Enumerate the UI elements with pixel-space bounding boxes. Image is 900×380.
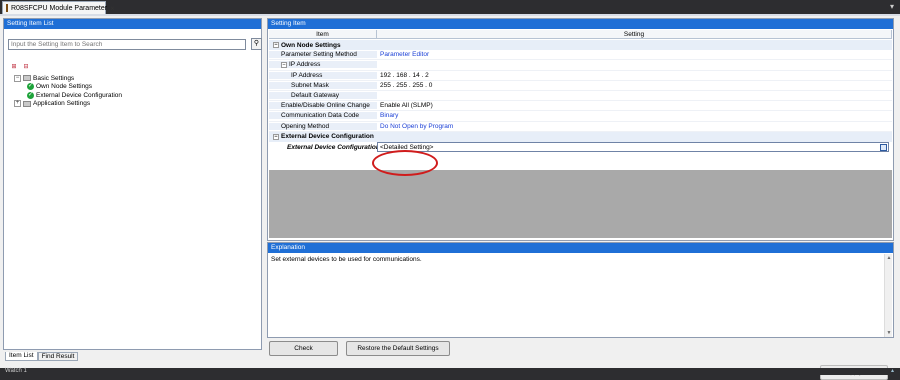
tree-item-label: Basic Settings bbox=[33, 74, 75, 82]
expander-icon[interactable]: − bbox=[14, 74, 21, 82]
tree-item-label: Own Node Settings bbox=[36, 83, 93, 91]
search-input[interactable] bbox=[8, 39, 246, 50]
column-header-setting: Setting bbox=[377, 30, 892, 38]
row-ip-address[interactable]: IP Address 192 . 168 . 14 . 2 bbox=[269, 71, 892, 81]
row-value[interactable]: Enable All (SLMP) bbox=[377, 102, 433, 109]
document-tab-title: R08SFCPU Module Parameter bbox=[11, 4, 108, 12]
search-row: ⚲ bbox=[8, 38, 262, 51]
tree-toolbar: ⊞ ⊟ bbox=[10, 63, 30, 71]
row-label: Subnet Mask bbox=[269, 81, 377, 89]
column-header-item: Item bbox=[269, 30, 377, 38]
expander-icon[interactable]: + bbox=[14, 100, 21, 108]
row-value[interactable]: Parameter Editor bbox=[377, 51, 429, 58]
explanation-text: Set external devices to be used for comm… bbox=[271, 256, 422, 263]
row-parameter-setting-method[interactable]: Parameter Setting Method Parameter Edito… bbox=[269, 50, 892, 61]
collapse-icon[interactable]: − bbox=[281, 61, 287, 68]
row-value[interactable]: Do Not Open by Program bbox=[377, 123, 453, 130]
status-bar: Watch 1 ▴ bbox=[0, 368, 900, 375]
scroll-down-icon[interactable]: ▼ bbox=[885, 329, 893, 337]
collapse-all-icon[interactable]: ⊟ bbox=[22, 63, 30, 71]
row-communication-data-code[interactable]: Communication Data Code Binary bbox=[269, 111, 892, 122]
row-value[interactable]: Binary bbox=[377, 112, 398, 119]
expand-all-icon[interactable]: ⊞ bbox=[10, 63, 18, 71]
group-label: IP Address bbox=[289, 61, 321, 69]
row-label: Parameter Setting Method bbox=[269, 51, 377, 59]
row-label: Communication Data Code bbox=[269, 112, 377, 120]
row-subnet-mask[interactable]: Subnet Mask 255 . 255 . 255 . 0 bbox=[269, 81, 892, 91]
explanation-header: Explanation bbox=[268, 243, 893, 253]
group-label: External Device Configuration bbox=[281, 133, 374, 141]
tree-item-own-node-settings[interactable]: ✓ Own Node Settings bbox=[8, 83, 258, 92]
row-opening-method[interactable]: Opening Method Do Not Open by Program bbox=[269, 122, 892, 132]
tab-item-list[interactable]: Item List bbox=[5, 352, 38, 361]
tree-item-basic-settings[interactable]: − Basic Settings bbox=[8, 74, 258, 83]
setting-item-header: Setting Item bbox=[268, 19, 893, 29]
group-ip-address[interactable]: − IP Address bbox=[269, 60, 892, 71]
module-parameter-icon bbox=[6, 4, 8, 12]
document-tab[interactable]: R08SFCPU Module Parameter × bbox=[2, 1, 115, 14]
folder-icon bbox=[23, 100, 31, 107]
setting-item-list-pane: Setting Item List ⚲ ⊞ ⊟ − Basic Settings… bbox=[3, 18, 262, 350]
collapse-icon[interactable]: − bbox=[273, 133, 279, 140]
search-button[interactable]: ⚲ bbox=[251, 38, 262, 50]
detailed-setting-field[interactable]: <Detailed Setting> bbox=[377, 142, 889, 153]
check-icon: ✓ bbox=[27, 91, 34, 99]
folder-icon bbox=[23, 75, 31, 82]
document-tab-strip: R08SFCPU Module Parameter × ▾ bbox=[0, 0, 900, 14]
group-external-device-configuration[interactable]: − External Device Configuration bbox=[269, 131, 892, 142]
setting-grid: − Own Node Settings Parameter Setting Met… bbox=[269, 40, 892, 153]
setting-item-list-header: Setting Item List bbox=[4, 19, 261, 29]
setting-tree: − Basic Settings ✓ Own Node Settings ✓ E… bbox=[8, 74, 258, 108]
row-value[interactable]: 255 . 255 . 255 . 0 bbox=[377, 82, 432, 89]
row-online-change[interactable]: Enable/Disable Online Change Enable All … bbox=[269, 101, 892, 112]
group-label: Own Node Settings bbox=[281, 41, 341, 49]
scroll-up-icon[interactable]: ▲ bbox=[885, 254, 893, 262]
watch-window-label[interactable]: Watch 1 bbox=[5, 368, 27, 375]
close-icon[interactable]: × bbox=[110, 4, 115, 13]
grid-column-headers: Item Setting bbox=[269, 30, 892, 39]
row-label: Opening Method bbox=[269, 122, 377, 130]
explanation-pane: Explanation Set external devices to be u… bbox=[267, 242, 894, 338]
setting-item-pane: Setting Item Item Setting − Own Node Sett… bbox=[267, 18, 894, 241]
group-own-node-settings[interactable]: − Own Node Settings bbox=[269, 40, 892, 51]
row-label: Enable/Disable Online Change bbox=[269, 102, 377, 110]
row-label: Default Gateway bbox=[269, 92, 377, 100]
tab-find-result[interactable]: Find Result bbox=[37, 352, 79, 361]
row-value[interactable]: 192 . 168 . 14 . 2 bbox=[377, 72, 429, 79]
restore-defaults-button[interactable]: Restore the Default Settings bbox=[346, 341, 450, 356]
pin-icon[interactable]: ▴ bbox=[891, 368, 894, 375]
row-label: IP Address bbox=[269, 71, 377, 79]
binoculars-icon: ⚲ bbox=[253, 40, 260, 47]
chevron-down-icon[interactable]: ▾ bbox=[890, 2, 894, 11]
check-icon: ✓ bbox=[27, 83, 34, 91]
tree-item-application-settings[interactable]: + Application Settings bbox=[8, 100, 258, 109]
tree-item-external-device-configuration[interactable]: ✓ External Device Configuration bbox=[8, 91, 258, 100]
left-pane-tabs: Item List Find Result bbox=[5, 352, 79, 361]
main-client-area: Setting Item List ⚲ ⊞ ⊟ − Basic Settings… bbox=[0, 14, 900, 380]
collapse-icon[interactable]: − bbox=[273, 42, 279, 49]
check-button[interactable]: Check bbox=[269, 341, 338, 356]
grid-empty-area bbox=[269, 170, 892, 238]
tree-item-label: Application Settings bbox=[33, 100, 91, 108]
tree-item-label: External Device Configuration bbox=[36, 91, 122, 99]
explanation-scrollbar[interactable]: ▲ ▼ bbox=[884, 254, 892, 337]
ellipsis-button-icon[interactable] bbox=[880, 144, 887, 152]
detailed-setting-link[interactable]: <Detailed Setting> bbox=[380, 144, 433, 151]
row-default-gateway[interactable]: Default Gateway bbox=[269, 91, 892, 102]
row-external-device-configuration[interactable]: External Device Configuration <Detailed … bbox=[269, 142, 892, 153]
row-label: External Device Configuration bbox=[287, 143, 380, 151]
